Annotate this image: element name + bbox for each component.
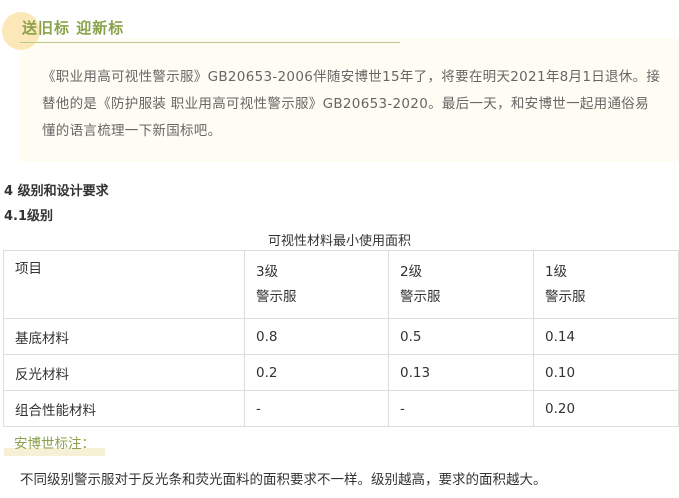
title-underline [20, 42, 400, 43]
table-cell: 基底材料 [3, 318, 245, 355]
heading-level: 4.1级别 [4, 209, 54, 224]
header-label: 1级 [545, 263, 568, 280]
header-cell-class1: 1级 警示服 [533, 250, 679, 319]
table-cell: 0.2 [244, 354, 389, 391]
heading-level-design: 4 级别和设计要求 [4, 184, 109, 199]
table-row: 反光材料 0.2 0.13 0.10 [3, 354, 679, 391]
table-caption: 可视性材料最小使用面积 [267, 234, 411, 249]
table-cell: 0.10 [533, 354, 679, 391]
note-label: 安博世标注： [4, 430, 105, 456]
header-cell-item: 项目 [3, 250, 245, 319]
header-cell-class2: 2级 警示服 [388, 250, 534, 319]
header-cell-class3: 3级 警示服 [244, 250, 389, 319]
table-cell: - [388, 390, 534, 427]
table-cell: 0.8 [244, 318, 389, 355]
note-text: 不同级别警示服对于反光条和荧光面料的面积要求不一样。级别越高，要求的面积越大。 [20, 472, 547, 488]
table-cell: 反光材料 [3, 354, 245, 391]
table-cell: 0.14 [533, 318, 679, 355]
table-cell: 0.5 [388, 318, 534, 355]
header-label: 3级 [256, 263, 279, 280]
table-cell: 0.20 [533, 390, 679, 427]
header-sublabel: 警示服 [400, 288, 441, 305]
header-label: 项目 [15, 261, 42, 277]
table-cell: 组合性能材料 [3, 390, 245, 427]
intro-paragraph: 《职业用高可视性警示服》GB20653-2006伴随安博世15年了，将要在明天2… [42, 69, 661, 139]
material-area-table: 项目 3级 警示服 2级 警示服 1级 警示服 基底材料 0.8 0.5 0.1… [3, 250, 679, 427]
table-row: 组合性能材料 - - 0.20 [3, 390, 679, 427]
table-cell: 0.13 [388, 354, 534, 391]
header-sublabel: 警示服 [256, 288, 297, 305]
header-sublabel: 警示服 [545, 288, 586, 305]
table-cell: - [244, 390, 389, 427]
section-title: 送旧标 迎新标 [22, 19, 125, 37]
table-row: 基底材料 0.8 0.5 0.14 [3, 318, 679, 355]
table-header-row: 项目 3级 警示服 2级 警示服 1级 警示服 [3, 250, 679, 319]
header-label: 2级 [400, 263, 423, 280]
